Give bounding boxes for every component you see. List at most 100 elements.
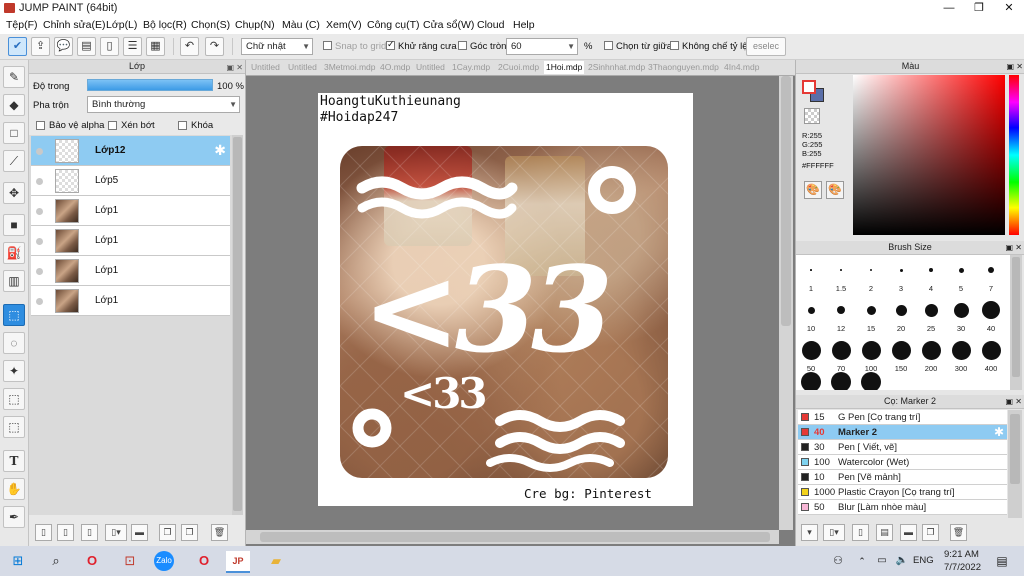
menu-filter[interactable]: Bộ lọc(R): [143, 19, 187, 31]
layer-row[interactable]: Lớp5: [31, 166, 230, 196]
layer-row[interactable]: Lớp12 ✱: [31, 136, 230, 166]
canvas-horizontal-scrollbar[interactable]: [246, 530, 779, 544]
brush-list-item[interactable]: 30 Pen [ Viết, vẽ]: [798, 440, 1007, 455]
menu-tools[interactable]: Công cụ(T): [367, 19, 420, 31]
antialias-checkbox[interactable]: [386, 39, 395, 50]
search-icon[interactable]: ⌕: [44, 551, 68, 571]
tab-document[interactable]: 3Thaonguyen.mdp: [648, 62, 719, 72]
brush-settings-icon[interactable]: ▤: [876, 524, 893, 541]
brush-size-dot[interactable]: [807, 306, 815, 314]
brush-size-dot[interactable]: [921, 340, 941, 360]
select-eraser-icon[interactable]: ⬚: [3, 416, 25, 438]
fill-rect-icon[interactable]: ■: [3, 214, 25, 236]
clock-date[interactable]: 7/7/2022: [944, 562, 981, 573]
gear-icon[interactable]: ✱: [994, 425, 1004, 439]
jump-paint-taskbar-icon[interactable]: JP: [226, 551, 250, 573]
menu-view[interactable]: Xem(V): [326, 19, 362, 31]
brush-folder-icon[interactable]: ▬: [900, 524, 917, 541]
close-button[interactable]: ✕: [994, 0, 1024, 17]
menu-window[interactable]: Cửa sổ(W): [423, 19, 474, 31]
brush-size-dot[interactable]: [866, 305, 876, 315]
blend-mode-select[interactable]: Bình thường ▼: [87, 96, 240, 113]
corner-value-input[interactable]: 60 ▼: [506, 38, 578, 55]
brush-size-dot[interactable]: [895, 304, 907, 316]
brush-duplicate-icon[interactable]: ▯: [852, 524, 869, 541]
lock-checkbox[interactable]: [178, 121, 187, 130]
opera-icon[interactable]: O: [80, 551, 104, 571]
gradient-icon[interactable]: ▥: [3, 270, 25, 292]
layer-list-scrollbar[interactable]: [232, 135, 243, 515]
line-icon[interactable]: ⟋: [3, 150, 25, 172]
tab-document[interactable]: 2Cuoi.mdp: [498, 62, 539, 72]
deselect-button[interactable]: eselec: [746, 37, 786, 56]
tab-document[interactable]: Untitled: [288, 62, 317, 72]
tab-document[interactable]: Untitled: [251, 62, 280, 72]
language-indicator[interactable]: ENG: [913, 555, 934, 566]
color-saturation-field[interactable]: [853, 75, 1005, 235]
visibility-icon[interactable]: [36, 208, 43, 215]
panel-close-icon[interactable]: ▣ ✕: [1006, 395, 1022, 408]
brush-size-dot[interactable]: [840, 269, 842, 271]
brush-size-dot[interactable]: [899, 268, 903, 272]
brush-size-dot[interactable]: [951, 340, 971, 360]
chat-icon[interactable]: 💬: [54, 37, 73, 56]
selection-shape-select[interactable]: Chữ nhật ▼: [241, 38, 313, 55]
brush-size-dot[interactable]: [891, 340, 911, 360]
visibility-icon[interactable]: [36, 298, 43, 305]
visibility-icon[interactable]: [36, 178, 43, 185]
select-rect-icon[interactable]: ⬚: [3, 304, 25, 326]
menu-edit[interactable]: Chỉnh sửa(E): [43, 19, 105, 31]
new-layer-icon[interactable]: ▯: [35, 524, 52, 541]
brush-size-dot[interactable]: [870, 269, 872, 271]
redo-icon[interactable]: ↷: [205, 37, 224, 56]
marker-list-scrollbar[interactable]: [1008, 410, 1022, 518]
brush-size-dot[interactable]: [958, 267, 964, 273]
tab-document[interactable]: 2Sinhnhat.mdp: [588, 62, 645, 72]
constrain-ratio-checkbox[interactable]: [670, 41, 679, 50]
brush-copy-icon[interactable]: ❐: [922, 524, 939, 541]
brush-list-item[interactable]: 40 Marker 2 ✱: [798, 425, 1007, 440]
layer-row[interactable]: Lớp1: [31, 196, 230, 226]
menu-help[interactable]: Help: [513, 19, 535, 31]
panel-close-icon[interactable]: ▣ ✕: [1007, 60, 1023, 73]
brush-size-dot[interactable]: [861, 340, 881, 360]
tab-document[interactable]: 4O.mdp: [380, 62, 410, 72]
brush-size-dot[interactable]: [831, 372, 851, 390]
zalo-icon[interactable]: Zalo: [154, 551, 174, 571]
select-center-checkbox[interactable]: [604, 41, 613, 50]
select-pen-icon[interactable]: ⬚: [3, 388, 25, 410]
undo-icon[interactable]: ↶: [180, 37, 199, 56]
eraser-icon[interactable]: ◆: [3, 94, 25, 116]
hue-slider[interactable]: [1009, 75, 1019, 235]
brush-size-dot[interactable]: [988, 267, 994, 273]
panel-close-icon[interactable]: ▣ ✕: [227, 61, 243, 74]
lasso-icon[interactable]: ◌: [3, 332, 25, 354]
brush-size-dot[interactable]: [861, 372, 881, 390]
new-layer-1bit-icon[interactable]: ▯: [81, 524, 98, 541]
add-layer-icon[interactable]: ▯▾: [105, 524, 127, 541]
rectangle-icon[interactable]: □: [3, 122, 25, 144]
opacity-slider[interactable]: [87, 79, 213, 91]
page-icon[interactable]: ▯: [100, 37, 119, 56]
tab-document[interactable]: Untitled: [416, 62, 445, 72]
layer-row[interactable]: Lớp1: [31, 226, 230, 256]
canvas-vertical-scrollbar[interactable]: [779, 76, 793, 530]
protect-alpha-checkbox[interactable]: [36, 121, 45, 130]
brush-list-item[interactable]: 10 Pen [Vẽ mảnh]: [798, 470, 1007, 485]
brush-new-icon[interactable]: ▯▾: [823, 524, 845, 541]
gear-icon[interactable]: ✱: [214, 142, 226, 159]
brush-size-dot[interactable]: [929, 268, 933, 272]
duplicate-icon[interactable]: ❐: [159, 524, 176, 541]
visibility-icon[interactable]: [36, 148, 43, 155]
visibility-icon[interactable]: [36, 268, 43, 275]
eyedropper-icon[interactable]: ✒: [3, 506, 25, 528]
minimize-button[interactable]: —: [934, 0, 964, 17]
brush-size-dot[interactable]: [837, 306, 845, 314]
tab-document[interactable]: 4In4.mdp: [724, 62, 759, 72]
menu-layer[interactable]: Lớp(L): [106, 19, 137, 31]
layer-row[interactable]: Lớp1: [31, 286, 230, 316]
notification-icon[interactable]: ▤: [990, 551, 1014, 571]
brush-list-item[interactable]: 1000 Plastic Crayon [Cọ trang trí]: [798, 485, 1007, 500]
restore-button[interactable]: ❐: [964, 0, 994, 17]
tab-document[interactable]: 3Metmoi.mdp: [324, 62, 376, 72]
